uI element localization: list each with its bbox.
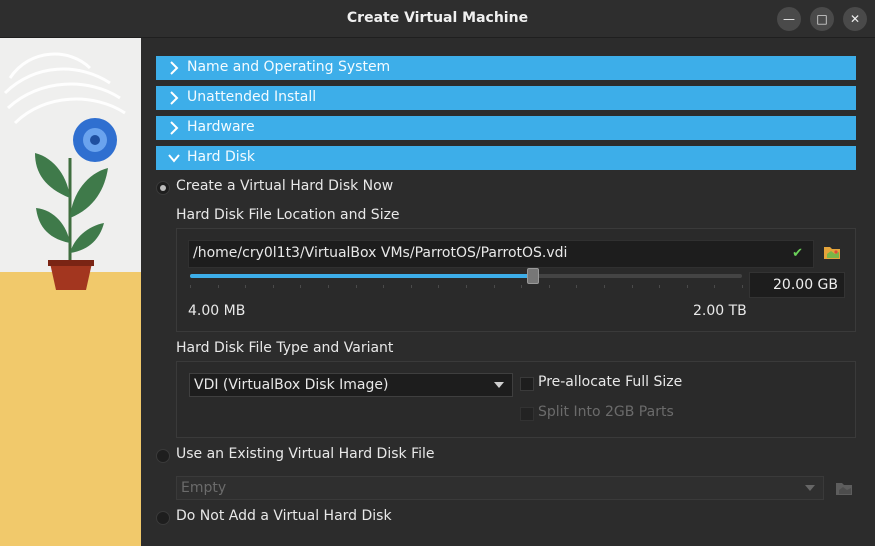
slider-tick [411, 285, 412, 288]
section-hard-disk[interactable]: Hard Disk [156, 146, 856, 170]
dropdown-arrow-icon [494, 382, 504, 388]
create-disk-label: Create a Virtual Hard Disk Now [176, 178, 394, 194]
section-label: Name and Operating System [187, 59, 391, 75]
wizard-artwork [0, 38, 141, 546]
section-name-and-os[interactable]: Name and Operating System [156, 56, 856, 80]
section-label: Hardware [187, 119, 255, 135]
window-title: Create Virtual Machine [346, 10, 529, 26]
maximize-icon: □ [816, 12, 828, 26]
close-button[interactable]: ✕ [843, 7, 867, 31]
slider-tick [549, 285, 550, 288]
minimize-icon: — [783, 12, 795, 26]
slider-ticks [190, 285, 743, 289]
folder-icon [836, 483, 852, 495]
chevron-down-icon [168, 154, 180, 163]
section-label: Unattended Install [187, 89, 317, 105]
slider-min-label: 4.00 MB [188, 303, 246, 319]
slider-tick [687, 285, 688, 288]
file-type-select[interactable]: VDI (VirtualBox Disk Image) [189, 373, 513, 397]
slider-tick [273, 285, 274, 288]
close-icon: ✕ [849, 12, 861, 26]
minimize-button[interactable]: — [777, 7, 801, 31]
slider-tick [494, 285, 495, 288]
chevron-right-icon [170, 91, 179, 105]
section-unattended-install[interactable]: Unattended Install [156, 86, 856, 110]
no-disk-radio[interactable] [156, 511, 170, 525]
create-disk-radio[interactable] [156, 181, 170, 195]
use-existing-label: Use an Existing Virtual Hard Disk File [176, 446, 435, 462]
slider-tick [604, 285, 605, 288]
slider-tick [659, 285, 660, 288]
slider-max-label: 2.00 TB [693, 303, 747, 319]
flower-illustration [3, 52, 126, 290]
disk-file-path-value: /home/cry0l1t3/VirtualBox VMs/ParrotOS/P… [193, 245, 568, 261]
section-label: Hard Disk [187, 149, 256, 165]
choose-existing-disk-button[interactable] [834, 478, 854, 498]
slider-tick [328, 285, 329, 288]
folder-icon [824, 247, 840, 259]
valid-check-icon: ✔ [792, 246, 803, 261]
disk-size-slider-handle[interactable] [527, 268, 539, 284]
disk-size-input[interactable]: 20.00 GB [749, 272, 845, 298]
no-disk-label: Do Not Add a Virtual Hard Disk [176, 508, 392, 524]
disk-size-slider-track[interactable] [190, 274, 742, 278]
slider-tick [356, 285, 357, 288]
section-hardware[interactable]: Hardware [156, 116, 856, 140]
slider-tick [632, 285, 633, 288]
slider-tick [218, 285, 219, 288]
disk-size-slider-fill [190, 274, 532, 278]
maximize-button[interactable]: □ [810, 7, 834, 31]
slider-tick [714, 285, 715, 288]
slider-tick [742, 285, 743, 288]
file-type-value: VDI (VirtualBox Disk Image) [194, 377, 389, 393]
disk-file-path-input[interactable]: /home/cry0l1t3/VirtualBox VMs/ParrotOS/P… [188, 240, 814, 268]
slider-tick [300, 285, 301, 288]
slider-tick [245, 285, 246, 288]
location-size-heading: Hard Disk File Location and Size [176, 207, 400, 223]
preallocate-label: Pre-allocate Full Size [538, 374, 683, 390]
split-2gb-label: Split Into 2GB Parts [538, 404, 674, 420]
slider-tick [190, 285, 191, 288]
slider-tick [576, 285, 577, 288]
disk-size-value: 20.00 GB [773, 277, 838, 293]
slider-tick [521, 285, 522, 288]
chevron-right-icon [170, 61, 179, 75]
use-existing-radio[interactable] [156, 449, 170, 463]
slider-tick [438, 285, 439, 288]
wizard-content: Name and Operating System Unattended Ins… [142, 38, 875, 546]
chevron-right-icon [170, 121, 179, 135]
dropdown-arrow-icon [805, 485, 815, 491]
slider-tick [383, 285, 384, 288]
preallocate-checkbox[interactable] [520, 377, 534, 391]
slider-tick [466, 285, 467, 288]
type-variant-heading: Hard Disk File Type and Variant [176, 340, 394, 356]
split-2gb-checkbox[interactable] [520, 407, 534, 421]
existing-disk-select[interactable]: Empty [176, 476, 824, 500]
existing-disk-value: Empty [181, 480, 227, 496]
choose-file-button[interactable] [822, 242, 842, 262]
title-bar: Create Virtual Machine — □ ✕ [0, 0, 875, 38]
